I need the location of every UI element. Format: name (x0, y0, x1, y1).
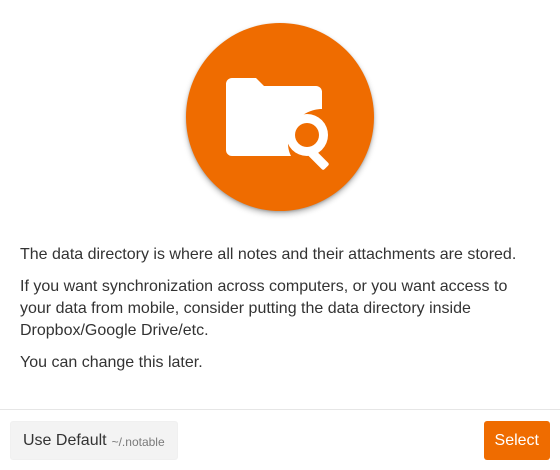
paragraph-storage-info: The data directory is where all notes an… (20, 246, 517, 263)
footer-toolbar: Use Default ~/.notable Select (0, 409, 560, 470)
paragraph-change-later: You can change this later. (20, 354, 203, 371)
data-directory-setup: The data directory is where all notes an… (0, 0, 560, 470)
hero-circle (186, 23, 374, 211)
paragraph-sync-advice: If you want synchronization across compu… (20, 278, 508, 339)
folder-search-icon (226, 78, 329, 170)
select-button[interactable]: Select (483, 421, 550, 460)
use-default-label: Use Default (23, 431, 107, 449)
description: The data directory is where all notes an… (20, 244, 540, 384)
hero (0, 0, 560, 230)
use-default-button[interactable]: Use Default ~/.notable (10, 421, 178, 460)
default-path-hint: ~/.notable (111, 434, 165, 449)
